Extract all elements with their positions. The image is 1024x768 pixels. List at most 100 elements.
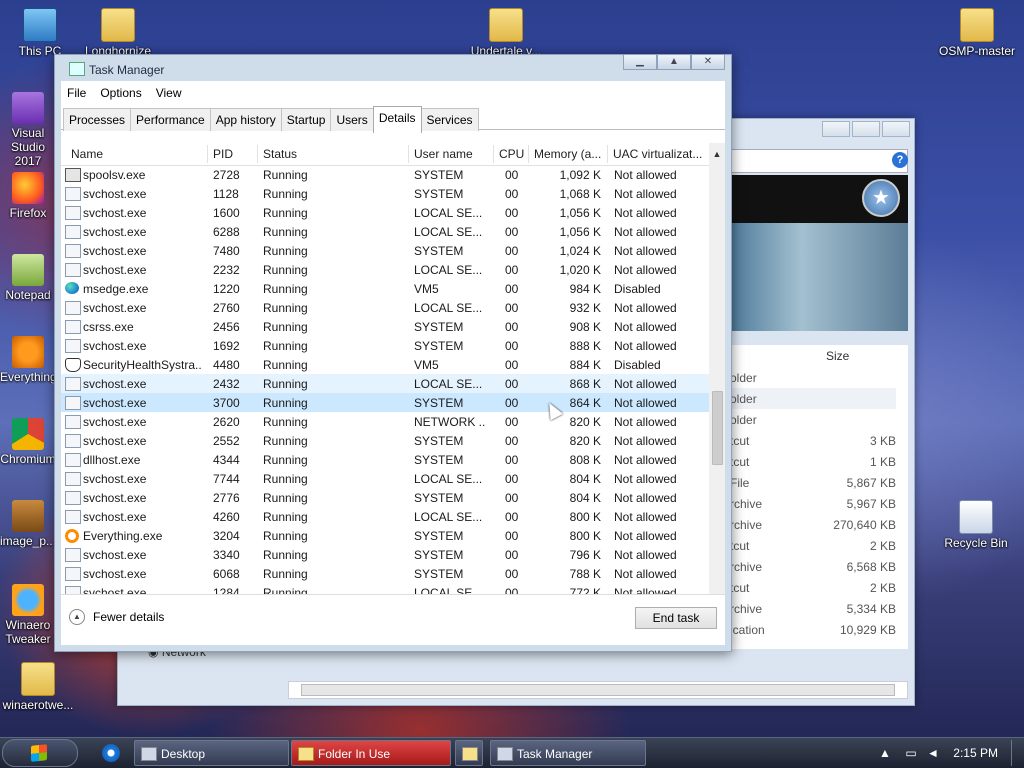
file-row[interactable]: tcut 3 KB xyxy=(730,430,908,451)
minimize-button[interactable] xyxy=(822,121,850,137)
file-row[interactable]: tcut 2 KB xyxy=(730,535,908,556)
column-divider[interactable] xyxy=(493,145,494,163)
file-row[interactable]: older xyxy=(730,388,896,409)
winaerotweaker-zip-desktop-icon[interactable]: winaerotwe... xyxy=(0,662,76,712)
table-row[interactable]: svchost.exe 2432 Running LOCAL SE... 00 868 K… xyxy=(61,374,709,393)
table-row[interactable]: svchost.exe 1128 Running SYSTEM 00 1,068 K Not… xyxy=(61,184,709,203)
file-row[interactable]: File 5,867 KB xyxy=(730,472,908,493)
column-divider[interactable] xyxy=(408,145,409,163)
tab-users[interactable]: Users xyxy=(330,108,374,131)
table-row[interactable]: svchost.exe 2552 Running SYSTEM 00 820 K Not a… xyxy=(61,431,709,450)
taskbar-button-explorer[interactable] xyxy=(455,740,483,766)
table-row[interactable]: svchost.exe 3340 Running SYSTEM 00 796 K Not a… xyxy=(61,545,709,564)
column-divider[interactable] xyxy=(528,145,529,163)
menu-file[interactable]: File xyxy=(67,86,86,100)
close-button[interactable] xyxy=(882,121,910,137)
table-row[interactable]: svchost.exe 1692 Running SYSTEM 00 888 K Not a… xyxy=(61,336,709,355)
maximize-button[interactable] xyxy=(852,121,880,137)
table-row[interactable]: svchost.exe 2760 Running LOCAL SE... 00 932 K… xyxy=(61,298,709,317)
scrollbar-thumb[interactable] xyxy=(712,391,723,465)
column-header-memory[interactable]: Memory (a... xyxy=(534,147,601,161)
undertale-desktop-icon[interactable]: Undertale v... xyxy=(466,8,546,58)
table-row[interactable]: svchost.exe 3700 Running SYSTEM 00 864 K Not a… xyxy=(61,393,709,412)
file-row[interactable]: older xyxy=(730,409,908,430)
file-row[interactable]: rchive 6,568 KB xyxy=(730,556,908,577)
visual-studio-desktop-icon[interactable]: Visual Studio 2017 xyxy=(0,92,56,168)
horizontal-scrollbar[interactable] xyxy=(288,681,908,699)
column-header-pid[interactable]: PID xyxy=(213,147,233,161)
this-pc-desktop-icon[interactable]: This PC xyxy=(0,8,80,58)
show-desktop-button[interactable] xyxy=(1011,740,1024,766)
quick-launch-browser-icon[interactable] xyxy=(102,744,120,762)
menu-options[interactable]: Options xyxy=(100,86,141,100)
scroll-up-arrow-icon[interactable]: ▲ xyxy=(709,147,725,161)
maximize-button[interactable]: ▲ xyxy=(657,55,691,70)
table-row[interactable]: svchost.exe 4260 Running LOCAL SE... 00 800 K… xyxy=(61,507,709,526)
table-row[interactable]: Everything.exe 3204 Running SYSTEM 00 800 K No… xyxy=(61,526,709,545)
file-row[interactable]: tcut 1 KB xyxy=(730,451,908,472)
notepad-desktop-icon[interactable]: Notepad xyxy=(0,254,56,302)
taskbar-button-folder-in-use[interactable]: Folder In Use xyxy=(291,740,451,766)
longhornize-desktop-icon[interactable]: Longhornize xyxy=(78,8,158,58)
firefox-desktop-icon[interactable]: Firefox xyxy=(0,172,56,220)
winaero-tweaker-desktop-icon[interactable]: Winaero Tweaker xyxy=(0,584,56,646)
table-row[interactable]: SecurityHealthSystra... 4480 Running VM5 00 8… xyxy=(61,355,709,374)
fewer-details-toggle[interactable]: ▲ Fewer details xyxy=(69,609,164,625)
minimize-button[interactable]: ▁ xyxy=(623,55,657,70)
start-button[interactable] xyxy=(2,739,78,767)
column-header-user-name[interactable]: User name xyxy=(414,147,473,161)
file-row[interactable]: ication 10,929 KB xyxy=(730,619,908,640)
table-row[interactable]: svchost.exe 6288 Running LOCAL SE... 00 1,056… xyxy=(61,222,709,241)
osmp-master-desktop-icon[interactable]: OSMP-master xyxy=(934,8,1020,58)
clock[interactable]: 2:15 PM xyxy=(953,746,998,760)
tab-performance[interactable]: Performance xyxy=(130,108,211,131)
table-row[interactable]: svchost.exe 7744 Running LOCAL SE... 00 804 K… xyxy=(61,469,709,488)
column-header-name[interactable]: Name xyxy=(71,147,103,161)
table-row[interactable]: svchost.exe 2620 Running NETWORK ... 00 820 K… xyxy=(61,412,709,431)
scrollbar-thumb[interactable] xyxy=(301,684,895,696)
help-icon[interactable]: ? xyxy=(892,152,908,168)
column-header-uac[interactable]: UAC virtualizat... xyxy=(613,147,702,161)
column-header-status[interactable]: Status xyxy=(263,147,297,161)
table-row[interactable]: svchost.exe 2776 Running SYSTEM 00 804 K Not a… xyxy=(61,488,709,507)
table-row[interactable]: msedge.exe 1220 Running VM5 00 984 K Disabled xyxy=(61,279,709,298)
everything-desktop-icon[interactable]: Everything xyxy=(0,336,56,384)
tab-details[interactable]: Details xyxy=(372,106,422,133)
menu-view[interactable]: View xyxy=(156,86,182,100)
file-row[interactable]: tcut 2 KB xyxy=(730,577,908,598)
taskbar-button-task-manager[interactable]: Task Manager xyxy=(490,740,646,766)
column-divider[interactable] xyxy=(257,145,258,163)
file-row[interactable]: rchive 270,640 KB xyxy=(730,514,908,535)
star-icon[interactable]: ★ xyxy=(862,179,900,217)
column-divider[interactable] xyxy=(607,145,608,163)
close-button[interactable]: ✕ xyxy=(691,55,725,70)
address-bar[interactable] xyxy=(730,149,908,173)
table-row[interactable]: svchost.exe 2232 Running LOCAL SE... 00 1,020… xyxy=(61,260,709,279)
tab-app-history[interactable]: App history xyxy=(209,108,282,131)
tab-services[interactable]: Services xyxy=(420,108,479,131)
file-row[interactable]: older xyxy=(730,367,908,388)
table-row[interactable]: dllhost.exe 4344 Running SYSTEM 00 808 K Not a… xyxy=(61,450,709,469)
file-row[interactable]: rchive 5,967 KB xyxy=(730,493,908,514)
tab-startup[interactable]: Startup xyxy=(280,108,332,131)
recycle-bin-desktop-icon[interactable]: Recycle Bin xyxy=(936,500,1016,550)
end-task-button[interactable]: End task xyxy=(635,607,717,629)
network-icon[interactable]: ▭ xyxy=(904,746,918,760)
taskbar-button-desktop[interactable]: Desktop xyxy=(134,740,289,766)
table-row[interactable]: csrss.exe 2456 Running SYSTEM 00 908 K Not all… xyxy=(61,317,709,336)
column-header-cpu[interactable]: CPU xyxy=(499,147,524,161)
column-divider[interactable] xyxy=(207,145,208,163)
table-row[interactable]: svchost.exe 1600 Running LOCAL SE... 00 1,056… xyxy=(61,203,709,222)
chevron-up-icon[interactable]: ▲ xyxy=(878,746,892,760)
vertical-scrollbar[interactable]: ▲ ▼ xyxy=(709,143,725,623)
image-desktop-icon[interactable]: image_p... xyxy=(0,500,56,548)
task-manager-window[interactable]: Task Manager ▁ ▲ ✕ File Options View Pro… xyxy=(54,54,732,652)
chromium-desktop-icon[interactable]: Chromium xyxy=(0,418,56,466)
tab-processes[interactable]: Processes xyxy=(63,108,132,131)
size-column-header[interactable]: Size xyxy=(730,345,908,368)
volume-muted-icon[interactable]: ◄ xyxy=(926,746,940,760)
table-row[interactable]: spoolsv.exe 2728 Running SYSTEM 00 1,092 K Not… xyxy=(61,165,709,184)
file-row[interactable]: rchive 5,334 KB xyxy=(730,598,908,619)
table-row[interactable]: svchost.exe 6068 Running SYSTEM 00 788 K Not a… xyxy=(61,564,709,583)
table-row[interactable]: svchost.exe 7480 Running SYSTEM 00 1,024 K Not… xyxy=(61,241,709,260)
